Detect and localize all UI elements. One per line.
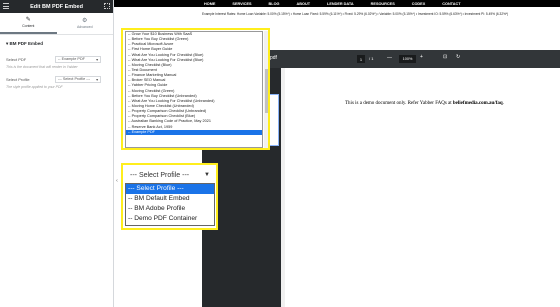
panel-tabs: ✎ Content ⚙ Advanced (0, 13, 113, 35)
select-profile-value: --- Select Profile --- (58, 77, 91, 81)
zoom-level[interactable]: 100% (399, 55, 416, 63)
page-text: This is a demo document only. Refer Yabb… (345, 101, 504, 106)
nav-item[interactable]: BLOG (269, 2, 280, 6)
profile-option[interactable]: -- BM Adobe Profile (126, 204, 214, 214)
profile-option[interactable]: -- BM Default Embed (126, 194, 214, 204)
nav-item[interactable]: CODEX (412, 2, 426, 6)
page-text-body: This is a demo document only. Refer Yabb… (345, 101, 453, 106)
panel-header: Edit BM PDF Embed (0, 0, 113, 13)
nav-item[interactable]: RESOURCES (371, 2, 395, 6)
pdf-options-list: -- Grow Your $10 Business With SaaS -- Be… (125, 31, 263, 148)
nav-item[interactable]: LENDER DATA (327, 2, 354, 6)
rotate-icon[interactable]: ↻ (456, 54, 460, 60)
profile-option[interactable]: --- Select Profile --- (126, 184, 214, 194)
profile-select-callout: --- Select Profile --- ▼ --- Select Prof… (121, 163, 218, 230)
page-number-input[interactable]: 1 (357, 55, 365, 63)
screen: Edit BM PDF Embed ✎ Content ⚙ Advanced ▾… (0, 0, 560, 307)
tab-content[interactable]: ✎ Content (0, 13, 57, 34)
zoom-in-button[interactable]: + (420, 54, 423, 60)
chevron-down-icon: ▾ (96, 57, 98, 62)
section-title: BM PDF Embed (9, 41, 44, 46)
pdf-page: This is a demo document only. Refer Yabb… (285, 68, 560, 307)
nav-item[interactable]: ABOUT (297, 2, 311, 6)
scrollbar[interactable] (264, 31, 268, 148)
menu-icon[interactable] (3, 3, 9, 9)
chevron-down-icon: ▼ (204, 172, 210, 178)
nav-item[interactable]: CONTACT (442, 2, 460, 6)
pencil-icon: ✎ (25, 17, 31, 23)
select-profile-label: Select Profile (6, 76, 30, 82)
gear-icon: ⚙ (82, 18, 88, 24)
select-pdf-control[interactable]: -- Example PDF ▾ (55, 55, 101, 63)
zoom-out-button[interactable]: — (387, 55, 392, 61)
editor-panel: Edit BM PDF Embed ✎ Content ⚙ Advanced ▾… (0, 0, 114, 307)
select-pdf-value: -- Example PDF (58, 57, 86, 61)
tab-content-label: Content (22, 24, 35, 28)
scrollbar-thumb[interactable] (264, 69, 268, 113)
profile-select-value: --- Select Profile --- (130, 171, 190, 179)
profile-select[interactable]: --- Select Profile --- ▼ (126, 169, 214, 181)
pdf-title: pdf (270, 55, 277, 61)
fit-page-icon[interactable]: ⊡ (443, 54, 447, 60)
panel-title: Edit BM PDF Embed (30, 3, 83, 10)
page-count: / 1 (369, 56, 374, 61)
faq-link[interactable]: beliefmedia.com.au/faq (453, 101, 503, 106)
rates-ticker: Example Interest Rates: Home Loan Variab… (114, 7, 560, 20)
pdf-select-dropdown: -- Grow Your $10 Business With SaaS -- Be… (121, 28, 270, 150)
select-pdf-label: Select PDF (6, 56, 27, 62)
select-pdf-row: Select PDF -- Example PDF ▾ (0, 55, 113, 63)
select-profile-help: The style profile applied to your PDF (6, 85, 63, 89)
nav-item[interactable]: SERVICES (232, 2, 251, 6)
chevron-down-icon: ▾ (96, 77, 98, 82)
select-profile-row: Select Profile --- Select Profile --- ▾ (0, 75, 113, 83)
site-nav: HOME SERVICES BLOG ABOUT LENDER DATA RES… (114, 0, 560, 7)
page-text-end: . (502, 101, 504, 106)
collapse-panel-icon[interactable]: ‹ (114, 175, 120, 187)
tab-advanced-label: Advanced (76, 25, 93, 29)
tab-advanced[interactable]: ⚙ Advanced (57, 13, 114, 34)
profile-options-list: --- Select Profile --- -- BM Default Embe… (125, 183, 215, 226)
section-header[interactable]: ▾ BM PDF Embed (0, 35, 113, 47)
widgets-grid-icon[interactable] (104, 3, 110, 9)
nav-item[interactable]: HOME (204, 2, 215, 6)
profile-option[interactable]: -- Demo PDF Container (126, 214, 214, 224)
pdf-option[interactable]: -- Example PDF (126, 129, 262, 135)
select-profile-control[interactable]: --- Select Profile --- ▾ (55, 75, 101, 83)
